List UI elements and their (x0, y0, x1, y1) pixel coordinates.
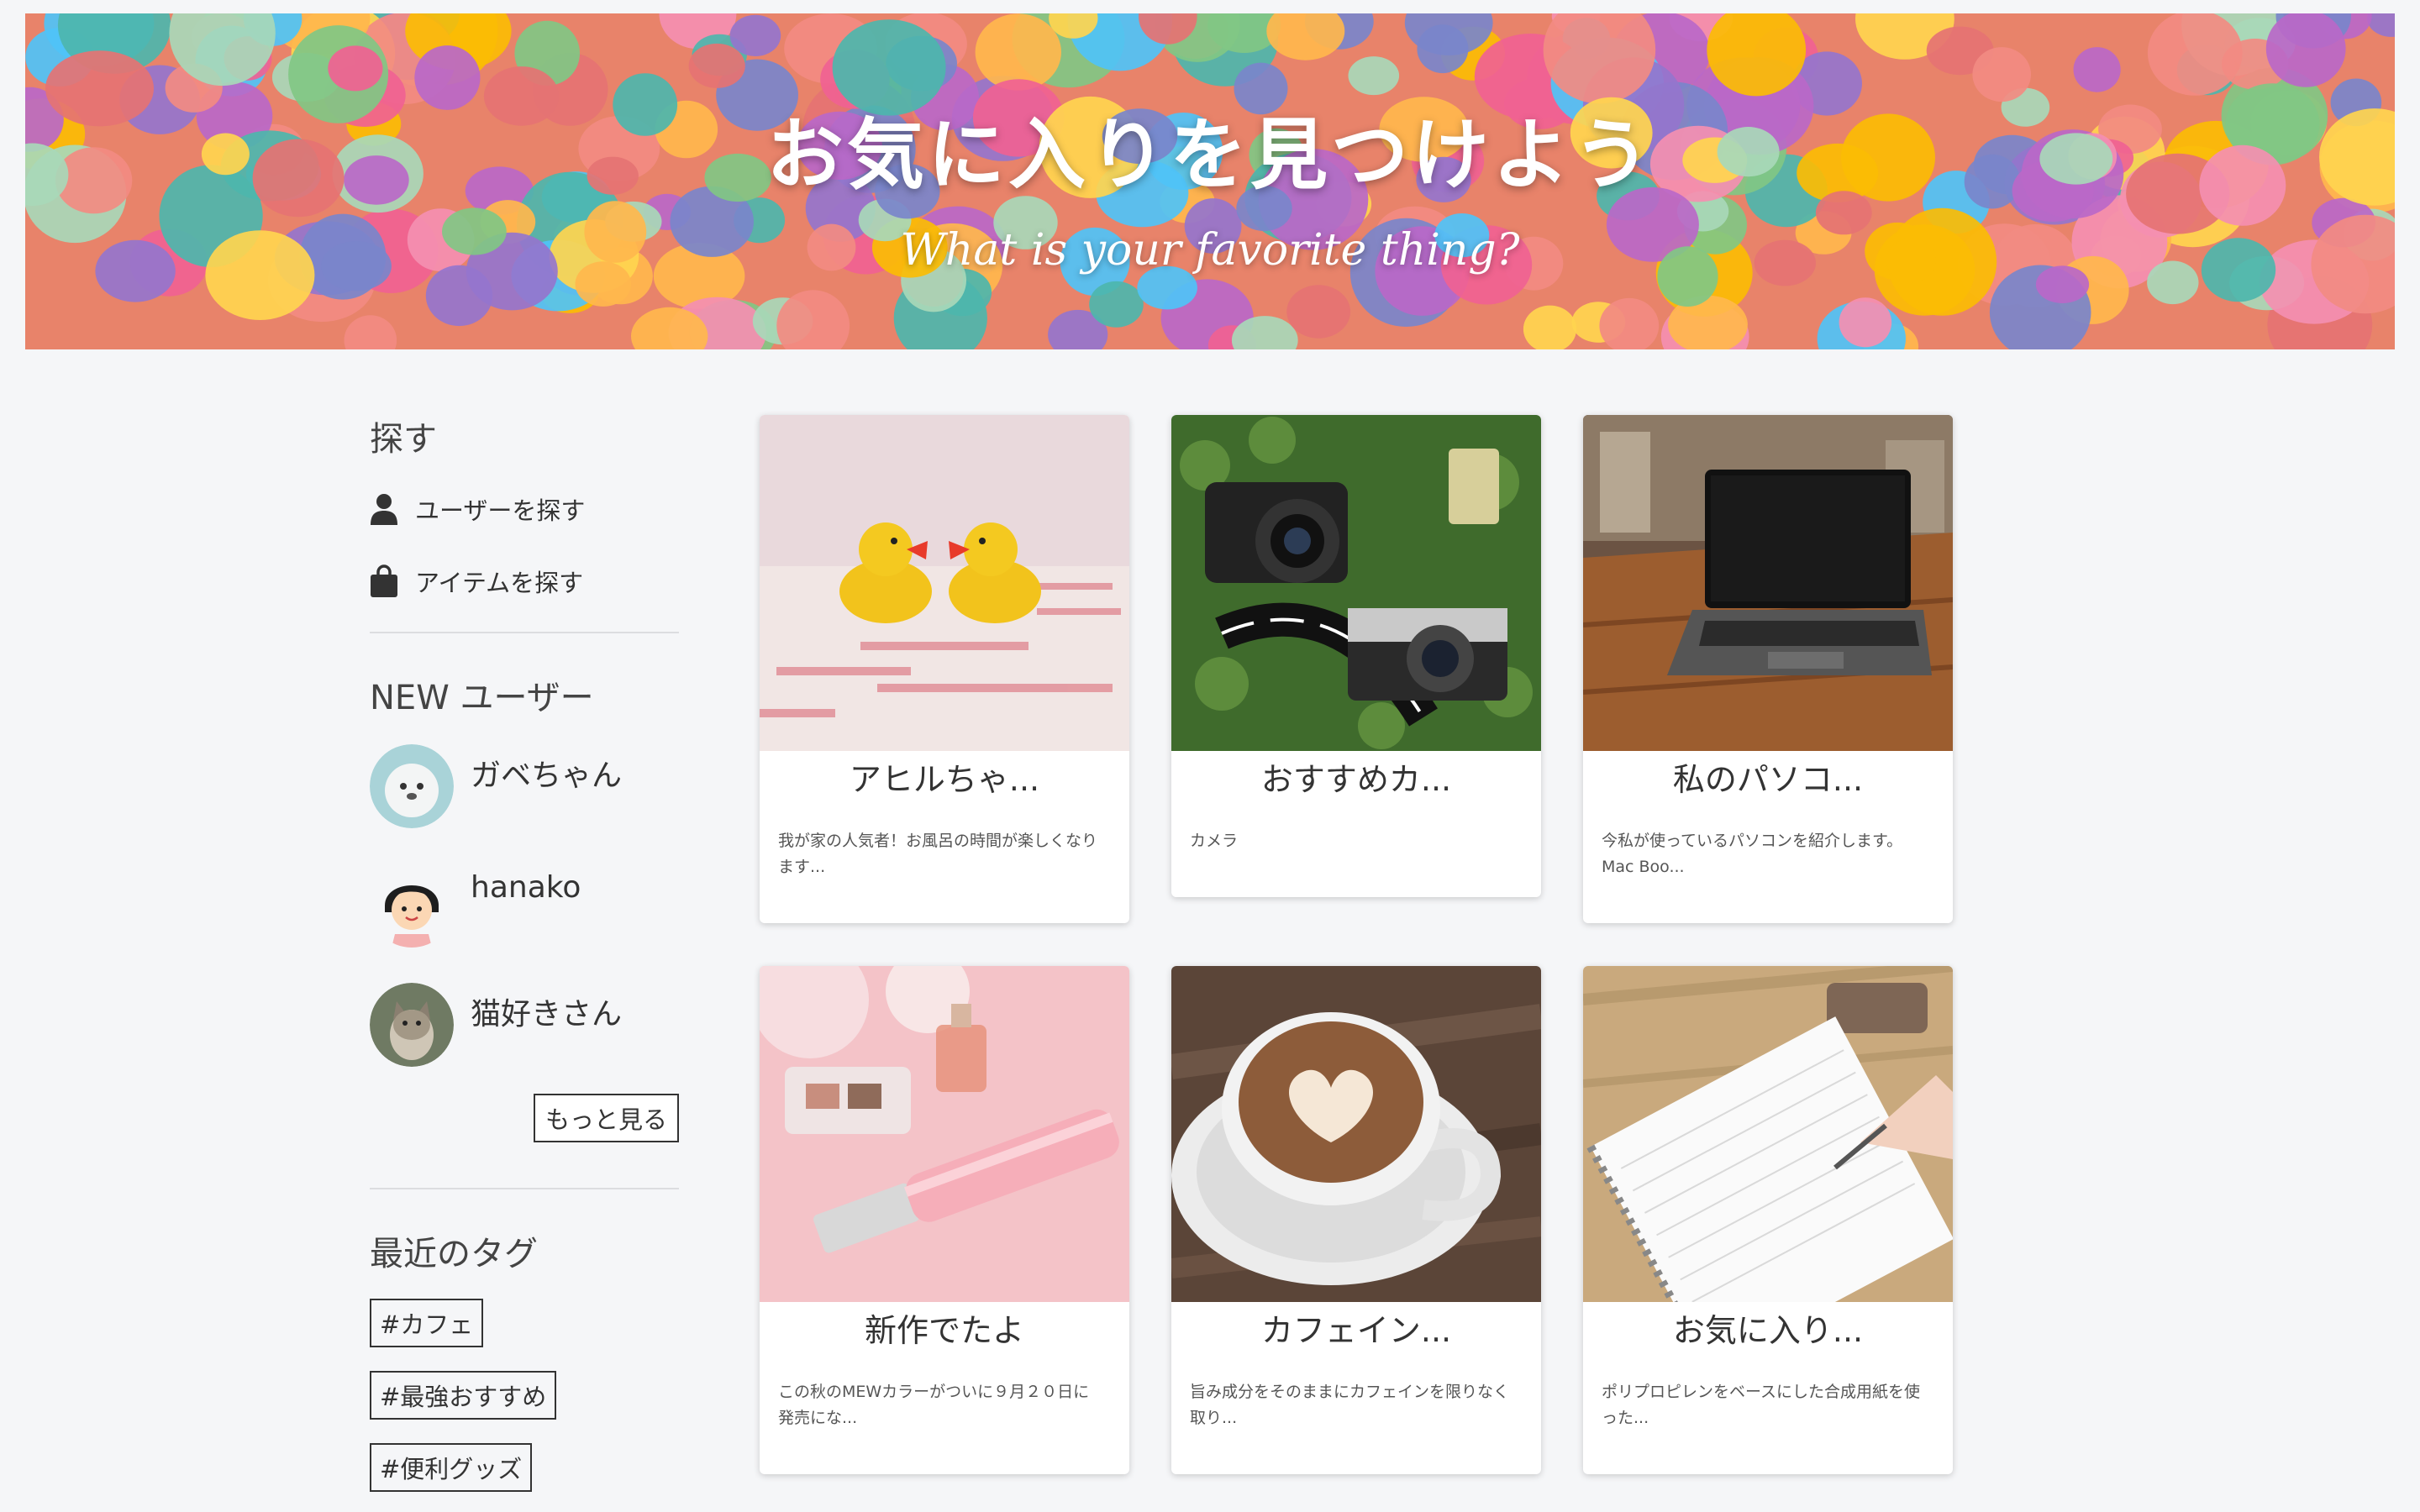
item-title: アヒルちゃ... (849, 761, 1040, 798)
item-description: カメラ (1171, 803, 1541, 854)
item-card[interactable]: おすすめカ... カメラ (1171, 415, 1541, 897)
item-title: カフェイン... (1260, 1312, 1452, 1349)
item-title: お気に入り... (1672, 1312, 1864, 1349)
user-list-item[interactable]: ガベちゃん (370, 744, 679, 864)
item-description-line: 旨み成分をそのままにカフェインを限りなく (1190, 1383, 1510, 1401)
user-icon (371, 494, 397, 525)
user-name: ガベちゃん (471, 759, 623, 793)
item-description-line: 発売にな... (778, 1409, 858, 1427)
find-items-link[interactable]: アイテムを探す (370, 556, 679, 606)
user-list-item[interactable]: hanako (370, 864, 679, 983)
new-users-heading: NEW ユーザー (370, 679, 594, 717)
tag-link[interactable]: #カフェ (370, 1299, 484, 1347)
cameras-image (1171, 415, 1541, 751)
sidebar: 探す ユーザーを探す アイテムを探す NEW ユーザー ガベちゃん hanako… (370, 412, 679, 1492)
sidebar-divider (370, 1188, 679, 1189)
recent-tags-heading: 最近のタグ (370, 1235, 538, 1273)
user-name: 猫好きさん (471, 997, 623, 1032)
item-card[interactable]: 新作でたよ この秋のMEWカラーがついに９月２０日に 発売にな... (760, 966, 1129, 1474)
item-description-line: 我が家の人気者！お風呂の時間が楽しくなり (778, 832, 1098, 850)
rubber-ducks-image (760, 415, 1129, 751)
item-description-line: 取り... (1190, 1409, 1238, 1427)
item-card[interactable]: お気に入り... ポリプロピレンをベースにした合成用紙を使 った... (1583, 966, 1953, 1474)
search-heading: 探す (370, 420, 437, 459)
item-description-line: 今私が使っているパソコンを紹介します。 (1602, 832, 1903, 850)
item-card[interactable]: 私のパソコ... 今私が使っているパソコンを紹介します。 Mac Boo... (1583, 415, 1953, 923)
laptop-image (1583, 415, 1953, 751)
item-description-line: この秋のMEWカラーがついに９月２０日に (778, 1383, 1090, 1401)
hero-banner: お気に入りを見つけよう What is your favorite thing? (25, 13, 2395, 349)
find-items-label: アイテムを探す (415, 569, 584, 597)
item-title: おすすめカ... (1260, 761, 1452, 798)
item-description: この秋のMEWカラーがついに９月２０日に 発売にな... (760, 1354, 1129, 1431)
find-users-label: ユーザーを探す (415, 496, 586, 525)
item-description-line: ポリプロピレンをベースにした合成用紙を使 (1602, 1383, 1921, 1401)
user-list-item[interactable]: 猫好きさん (370, 983, 679, 1102)
item-card[interactable]: アヒルちゃ... 我が家の人気者！お風呂の時間が楽しくなり ます... (760, 415, 1129, 923)
item-title: 新作でたよ (864, 1312, 1024, 1349)
item-description-line: Mac Boo... (1602, 858, 1685, 876)
item-description: 今私が使っているパソコンを紹介します。 Mac Boo... (1583, 803, 1953, 880)
item-card[interactable]: カフェイン... 旨み成分をそのままにカフェインを限りなく 取り... (1171, 966, 1541, 1474)
item-description-line: った... (1602, 1409, 1649, 1427)
tag-link[interactable]: #便利グッズ (370, 1443, 533, 1492)
item-description: ポリプロピレンをベースにした合成用紙を使 った... (1583, 1354, 1953, 1431)
hero-title: お気に入りを見つけよう (765, 110, 1654, 200)
girl-avatar (370, 864, 454, 948)
item-description-line: カメラ (1190, 832, 1239, 850)
cat-avatar (370, 983, 454, 1067)
item-description-line: ます... (778, 858, 826, 876)
shopping-bag-icon (371, 564, 397, 597)
item-description: 旨み成分をそのままにカフェインを限りなく 取り... (1171, 1354, 1541, 1431)
find-users-link[interactable]: ユーザーを探す (370, 484, 679, 534)
item-title: 私のパソコ... (1672, 761, 1864, 798)
coffee-image (1171, 966, 1541, 1302)
seal-avatar (370, 744, 454, 828)
hero-subtitle: What is your favorite thing? (900, 225, 1520, 276)
see-more-button[interactable]: もっと見る (533, 1094, 679, 1142)
tag-link[interactable]: #最強おすすめ (370, 1371, 557, 1420)
sidebar-divider (370, 632, 679, 633)
user-name: hanako (471, 870, 581, 905)
notebook-image (1583, 966, 1953, 1302)
item-description: 我が家の人気者！お風呂の時間が楽しくなり ます... (760, 803, 1129, 880)
lip-gloss-image (760, 966, 1129, 1302)
